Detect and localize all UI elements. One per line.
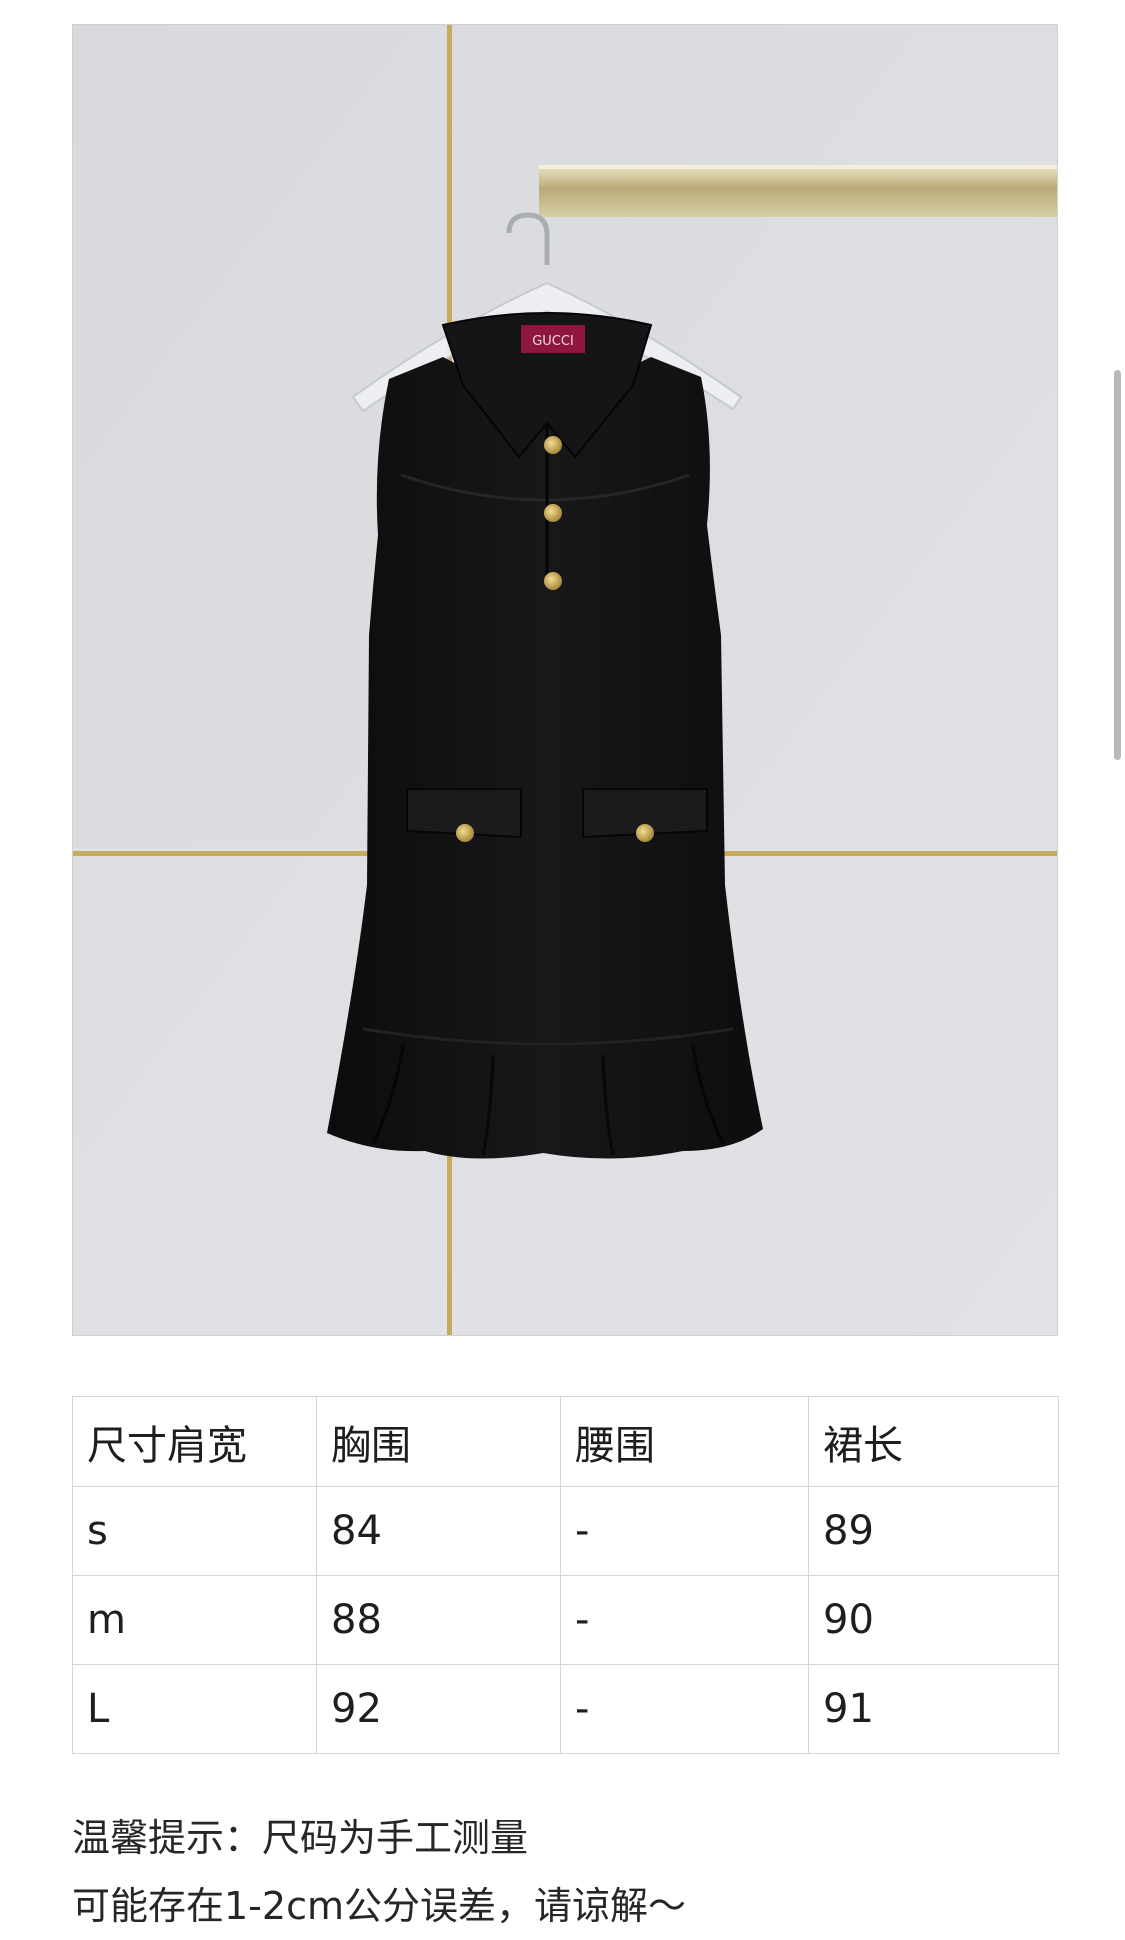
size-table: 尺寸肩宽 胸围 腰围 裙长 s 84 - 89 m 88 - 90 L 92 -… — [72, 1396, 1059, 1754]
pocket-button — [456, 824, 474, 842]
scrollbar-thumb[interactable] — [1114, 370, 1121, 760]
clothing-rail — [539, 165, 1057, 217]
table-cell: L — [72, 1664, 317, 1754]
header-cell: 胸围 — [316, 1396, 561, 1487]
header-cell: 尺寸肩宽 — [72, 1396, 317, 1487]
brand-label-text: GUCCI — [532, 334, 574, 349]
gold-button — [544, 436, 562, 454]
scrollbar[interactable] — [1109, 0, 1125, 1926]
table-row: s 84 - 89 — [72, 1486, 1059, 1576]
gold-button — [544, 572, 562, 590]
table-cell: 89 — [808, 1486, 1059, 1576]
header-cell: 裙长 — [808, 1396, 1059, 1487]
size-table-header: 尺寸肩宽 胸围 腰围 裙长 — [72, 1396, 1059, 1487]
table-cell: s — [72, 1486, 317, 1576]
table-cell: 88 — [316, 1575, 561, 1665]
table-cell: 92 — [316, 1664, 561, 1754]
dress-body — [327, 357, 763, 1159]
size-notice: 温馨提示：尺码为手工测量 可能存在1-2cm公分误差，请谅解～ — [72, 1804, 686, 1940]
notice-line: 可能存在1-2cm公分误差，请谅解～ — [72, 1884, 686, 1928]
table-cell: 91 — [808, 1664, 1059, 1754]
table-row: L 92 - 91 — [72, 1664, 1059, 1754]
product-photo: GUCCI — [72, 24, 1058, 1336]
table-cell: - — [560, 1486, 809, 1576]
table-cell: - — [560, 1575, 809, 1665]
table-cell: - — [560, 1664, 809, 1754]
gold-button — [544, 504, 562, 522]
pocket-button — [636, 824, 654, 842]
table-cell: 90 — [808, 1575, 1059, 1665]
table-row: m 88 - 90 — [72, 1575, 1059, 1665]
table-cell: m — [72, 1575, 317, 1665]
dress-image: GUCCI — [73, 25, 1057, 1335]
table-cell: 84 — [316, 1486, 561, 1576]
notice-line: 温馨提示：尺码为手工测量 — [72, 1816, 529, 1860]
header-cell: 腰围 — [560, 1396, 809, 1487]
